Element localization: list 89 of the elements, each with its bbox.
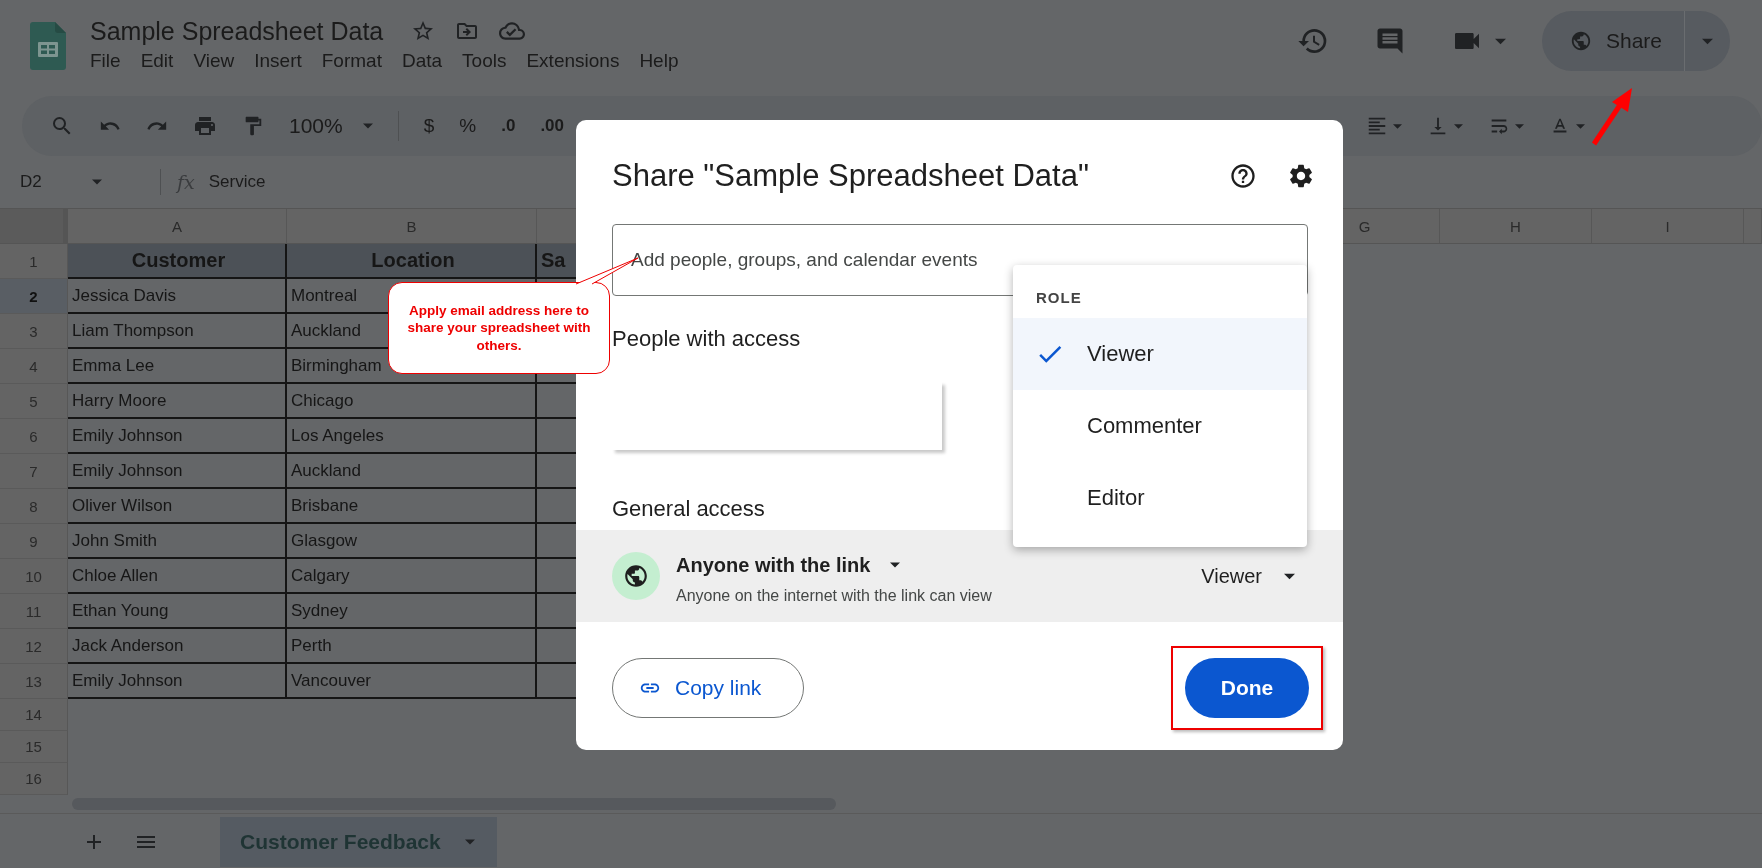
- table-cell: Vancouver: [287, 664, 537, 699]
- pointer-arrow: [1591, 88, 1632, 146]
- row-number[interactable]: 16: [0, 763, 68, 795]
- caret-icon: [890, 560, 901, 570]
- role-dropdown[interactable]: Viewer: [1201, 564, 1295, 588]
- caret-icon: [91, 177, 102, 187]
- table-cell: Sydney: [287, 594, 537, 629]
- role-option[interactable]: Viewer: [1013, 318, 1307, 390]
- caret-icon[interactable]: [1515, 121, 1525, 131]
- decrease-decimal-button[interactable]: .0: [501, 116, 516, 136]
- column-header[interactable]: I: [1592, 209, 1744, 243]
- row-number[interactable]: 2: [0, 279, 68, 314]
- table-cell: Chicago: [287, 384, 537, 419]
- table-cell: Emily Johnson: [68, 454, 287, 489]
- table-cell: Oliver Wilson: [68, 489, 287, 524]
- row-number[interactable]: 9: [0, 524, 68, 559]
- row-number[interactable]: 5: [0, 384, 68, 419]
- menu-item[interactable]: Format: [321, 49, 382, 72]
- row-number[interactable]: 7: [0, 454, 68, 489]
- table-cell: Chloe Allen: [68, 559, 287, 594]
- table-cell: John Smith: [68, 524, 287, 559]
- row-number[interactable]: 4: [0, 349, 68, 384]
- column-header[interactable]: A: [68, 209, 287, 243]
- table-cell: Emily Johnson: [68, 664, 287, 699]
- role-option[interactable]: Editor: [1013, 462, 1307, 534]
- row-number[interactable]: 11: [0, 594, 68, 629]
- caret-icon[interactable]: [1393, 121, 1403, 131]
- copy-link-button[interactable]: Copy link: [612, 658, 804, 718]
- caret-icon[interactable]: [1576, 121, 1586, 131]
- table-cell: Los Angeles: [287, 419, 537, 454]
- menu-item[interactable]: View: [193, 49, 235, 72]
- section-heading: General access: [612, 496, 765, 522]
- access-description: Anyone on the internet with the link can view: [676, 586, 992, 605]
- print-icon[interactable]: [193, 114, 217, 138]
- table-cell: Jessica Davis: [68, 279, 287, 314]
- caret-icon: [464, 837, 475, 847]
- table-cell: Perth: [287, 629, 537, 664]
- access-scope-dropdown[interactable]: Anyone with the link: [676, 553, 992, 577]
- table-cell: Harry Moore: [68, 384, 287, 419]
- table-cell: Glasgow: [287, 524, 537, 559]
- menu-item[interactable]: Edit: [140, 49, 174, 72]
- row-number[interactable]: 1: [0, 244, 68, 279]
- help-icon[interactable]: [1229, 162, 1257, 190]
- dialog-title: Share "Sample Spreadsheet Data": [612, 158, 1089, 194]
- table-cell: Calgary: [287, 559, 537, 594]
- table-cell: Jack Anderson: [68, 629, 287, 664]
- settings-icon[interactable]: [1287, 162, 1315, 190]
- row-number[interactable]: 13: [0, 664, 68, 699]
- table-cell: Auckland: [287, 454, 537, 489]
- currency-button[interactable]: $: [423, 115, 435, 137]
- done-button[interactable]: Done: [1185, 658, 1309, 718]
- column-title: Customer: [68, 244, 287, 279]
- row-number[interactable]: 6: [0, 419, 68, 454]
- star-icon[interactable]: [411, 19, 436, 43]
- menu-item[interactable]: File: [90, 49, 121, 72]
- menu-item[interactable]: Insert: [254, 49, 302, 72]
- row-number[interactable]: 15: [0, 731, 68, 763]
- caret-icon: [362, 121, 373, 131]
- row-number[interactable]: 14: [0, 699, 68, 731]
- document-title[interactable]: Sample Spreadsheet Data: [90, 16, 384, 46]
- row-number[interactable]: 10: [0, 559, 68, 594]
- menu-item[interactable]: Tools: [462, 49, 507, 72]
- table-cell: Ethan Young: [68, 594, 287, 629]
- sheets-logo-icon[interactable]: [30, 22, 66, 70]
- column-header[interactable]: H: [1440, 209, 1592, 243]
- caret-icon[interactable]: [1454, 121, 1464, 131]
- callout: Apply email address here to share your spreadsheet with others.: [388, 282, 610, 374]
- share-button[interactable]: Share: [1541, 11, 1684, 71]
- menu-item[interactable]: Help: [639, 49, 679, 72]
- row-number[interactable]: 3: [0, 314, 68, 349]
- cell-reference-box[interactable]: D2: [20, 172, 142, 192]
- column-title: Location: [287, 244, 537, 279]
- column-header[interactable]: B: [287, 209, 537, 243]
- section-heading: People with access: [612, 326, 801, 352]
- menu-item[interactable]: Extensions: [526, 49, 620, 72]
- increase-decimal-button[interactable]: .00: [540, 116, 565, 136]
- formula-input[interactable]: Service: [208, 172, 266, 192]
- table-cell: Emma Lee: [68, 349, 287, 384]
- menu-item[interactable]: Data: [401, 49, 443, 72]
- percent-button[interactable]: %: [459, 115, 477, 137]
- row-number[interactable]: 8: [0, 489, 68, 524]
- table-cell: Emily Johnson: [68, 419, 287, 454]
- table-cell: Brisbane: [287, 489, 537, 524]
- globe-icon: [612, 552, 660, 600]
- row-number[interactable]: 12: [0, 629, 68, 664]
- table-cell: Liam Thompson: [68, 314, 287, 349]
- zoom-dropdown[interactable]: 100%: [289, 114, 373, 138]
- globe-icon: [1569, 30, 1592, 52]
- role-option[interactable]: Commenter: [1013, 390, 1307, 462]
